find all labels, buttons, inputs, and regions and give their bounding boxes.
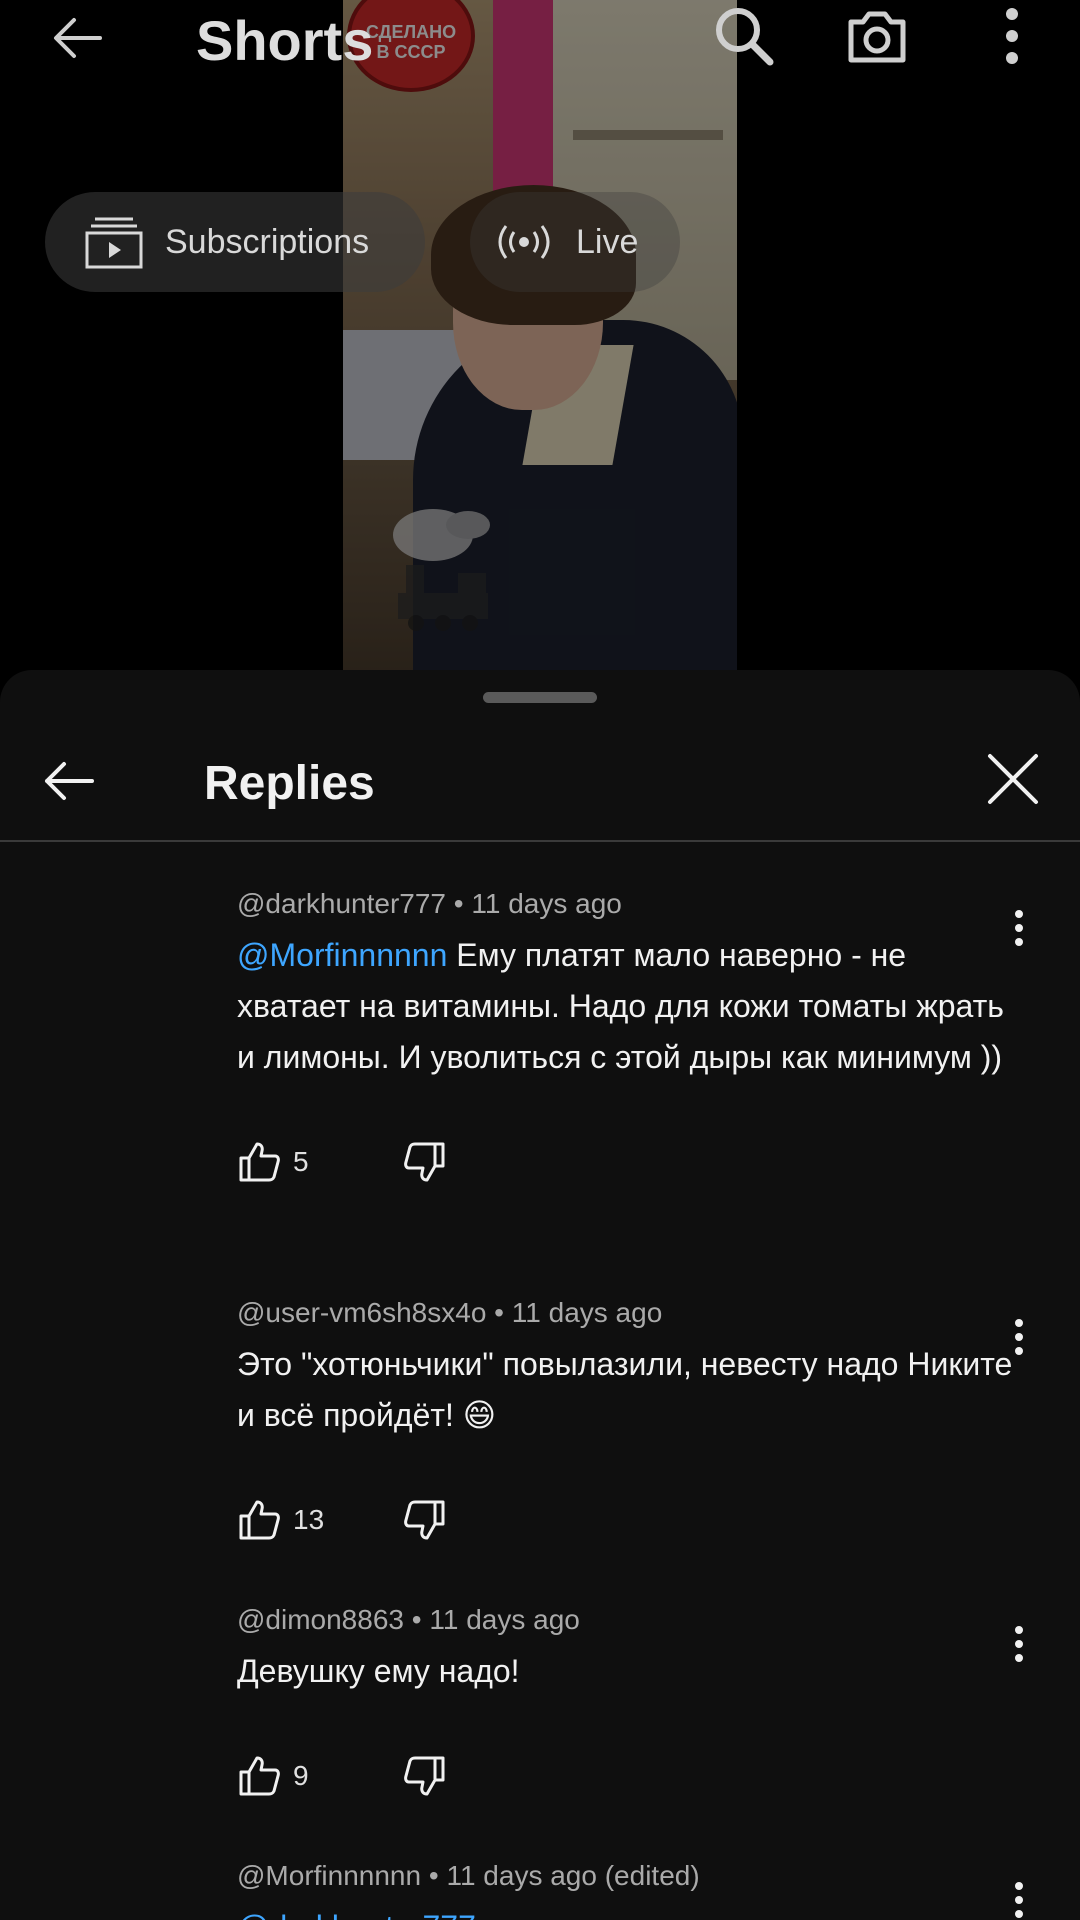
video-dim-overlay bbox=[0, 0, 1080, 670]
chip-live[interactable]: Live bbox=[470, 192, 680, 292]
drag-handle[interactable] bbox=[483, 692, 597, 703]
reply-actions: 13 bbox=[237, 1495, 1017, 1545]
subscriptions-icon bbox=[85, 217, 143, 269]
reply-mention[interactable]: @darkhunter777 bbox=[237, 1909, 476, 1920]
thumbs-down-icon[interactable] bbox=[403, 1140, 447, 1184]
thumbs-down-icon[interactable] bbox=[403, 1754, 447, 1798]
reply-author[interactable]: @Morfinnnnnn bbox=[237, 1860, 421, 1891]
reply-text: Девушку ему надо! bbox=[237, 1646, 1017, 1697]
thumbs-up-icon[interactable] bbox=[237, 1498, 281, 1542]
live-broadcast-icon bbox=[498, 225, 550, 259]
like-count: 9 bbox=[293, 1760, 309, 1791]
replies-sheet: Replies @darkhunter777 • 11 days ago @Mo… bbox=[0, 670, 1080, 1920]
like-count: 13 bbox=[293, 1504, 325, 1535]
reply-item: @darkhunter777 • 11 days ago @Morfinnnnn… bbox=[237, 888, 1023, 1187]
thumbs-up-icon[interactable] bbox=[237, 1754, 281, 1798]
reply-actions: 9 bbox=[237, 1751, 1017, 1801]
chip-label: Live bbox=[576, 222, 639, 261]
more-vert-icon[interactable] bbox=[980, 4, 1044, 68]
camera-icon[interactable] bbox=[845, 4, 909, 68]
reply-body: ну если они там получают bbox=[476, 1909, 874, 1920]
thumbs-down-icon[interactable] bbox=[403, 1498, 447, 1542]
reply-meta: @dimon8863 • 11 days ago bbox=[237, 1604, 580, 1635]
reply-mention[interactable]: @Morfinnnnnn bbox=[237, 937, 447, 973]
more-vert-icon[interactable] bbox=[1007, 1880, 1031, 1920]
reply-body: Девушку ему надо! bbox=[237, 1653, 520, 1689]
like-count: 5 bbox=[293, 1146, 309, 1177]
reply-actions: 5 bbox=[237, 1137, 1017, 1187]
reply-author[interactable]: @user-vm6sh8sx4o bbox=[237, 1297, 486, 1328]
reply-time: 11 days ago bbox=[471, 888, 622, 919]
replies-title: Replies bbox=[204, 757, 375, 810]
reply-text: Это "хотюньчики" повылазили, невесту над… bbox=[237, 1339, 1017, 1441]
search-icon[interactable] bbox=[712, 4, 776, 68]
more-vert-icon[interactable] bbox=[1007, 908, 1031, 948]
reply-author[interactable]: @darkhunter777 bbox=[237, 888, 446, 919]
shorts-top-bar: Shorts bbox=[0, 0, 1080, 80]
replies-header: Replies bbox=[0, 730, 1080, 830]
more-vert-icon[interactable] bbox=[1007, 1624, 1031, 1664]
reply-time: 11 days ago bbox=[511, 1297, 663, 1328]
reply-time: 11 days ago (edited) bbox=[446, 1860, 700, 1891]
close-icon[interactable] bbox=[986, 752, 1040, 806]
thumbs-up-icon[interactable] bbox=[237, 1140, 281, 1184]
reply-body: Это "хотюньчики" повылазили, невесту над… bbox=[237, 1346, 1013, 1433]
reply-meta: @user-vm6sh8sx4o • 11 days ago bbox=[237, 1297, 663, 1328]
reply-item: @user-vm6sh8sx4o • 11 days ago Это "хотю… bbox=[237, 1297, 1023, 1545]
reply-time: 11 days ago bbox=[429, 1604, 580, 1635]
header-divider bbox=[0, 840, 1080, 842]
reply-item: @Morfinnnnnn • 11 days ago (edited) @dar… bbox=[237, 1860, 1023, 1920]
reply-author[interactable]: @dimon8863 bbox=[237, 1604, 404, 1635]
back-arrow-icon[interactable] bbox=[42, 754, 96, 808]
back-arrow-icon[interactable] bbox=[48, 6, 108, 66]
reply-item: @dimon8863 • 11 days ago Девушку ему над… bbox=[237, 1604, 1023, 1801]
reply-text: @Morfinnnnnn Ему платят мало наверно - н… bbox=[237, 930, 1017, 1083]
chip-subscriptions[interactable]: Subscriptions bbox=[45, 192, 425, 292]
page-title: Shorts bbox=[196, 9, 374, 72]
chip-label: Subscriptions bbox=[165, 222, 370, 261]
reply-meta: @Morfinnnnnn • 11 days ago (edited) bbox=[237, 1860, 700, 1891]
reply-text: @darkhunter777 ну если они там получают bbox=[237, 1902, 1017, 1920]
reply-meta: @darkhunter777 • 11 days ago bbox=[237, 888, 622, 919]
more-vert-icon[interactable] bbox=[1007, 1317, 1031, 1357]
